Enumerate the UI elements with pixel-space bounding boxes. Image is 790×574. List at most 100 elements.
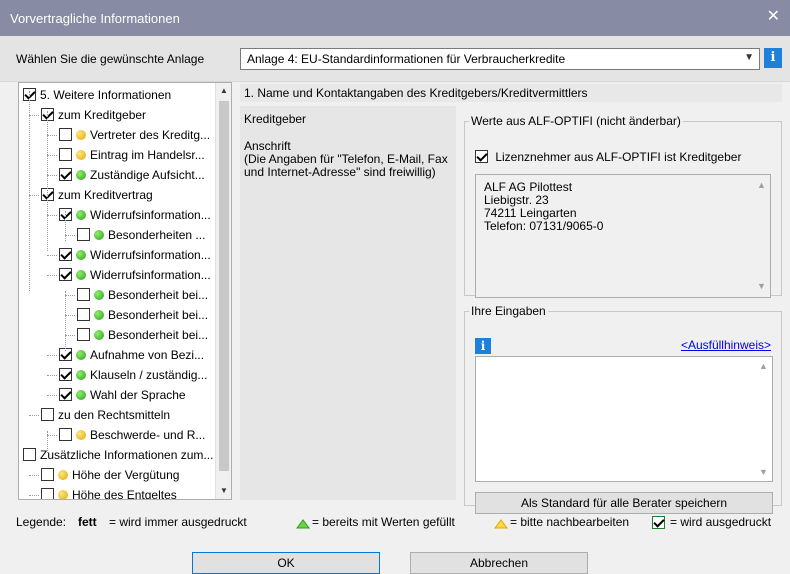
scroll-down-icon[interactable]: ▼	[757, 280, 766, 293]
scroll-thumb[interactable]	[219, 101, 229, 471]
kreditgeber-checkbox-label: Lizenznehmer aus ALF-OPTIFI ist Kreditge…	[495, 150, 742, 164]
tree-item[interactable]: 5. Weitere Informationen	[23, 85, 171, 105]
close-icon[interactable]: ✕	[767, 9, 780, 25]
tree-checkbox[interactable]	[59, 368, 72, 381]
tree-item[interactable]: Besonderheit bei...	[77, 305, 208, 325]
scroll-down-icon[interactable]: ▼	[216, 483, 231, 499]
tree-checkbox[interactable]	[59, 388, 72, 401]
green-status-icon	[94, 330, 104, 340]
tree-connector	[29, 495, 39, 496]
tree-connector	[29, 91, 30, 291]
tree-checkbox[interactable]	[41, 468, 54, 481]
tree-checkbox[interactable]	[77, 308, 90, 321]
anlage-label: Wählen Sie die gewünschte Anlage	[16, 52, 205, 66]
tree-item[interactable]: Klauseln / zuständig...	[59, 365, 207, 385]
tree-item[interactable]: zu den Rechtsmitteln	[41, 405, 170, 425]
section-heading: 1. Name und Kontaktangaben des Kreditgeb…	[240, 84, 782, 102]
tree-connector	[47, 111, 48, 251]
scroll-up-icon[interactable]: ▲	[216, 83, 231, 99]
tree-item-label: Zusätzliche Informationen zum...	[40, 448, 214, 462]
legend-row: Legende: fett = wird immer ausgedruckt =…	[16, 512, 786, 532]
ok-button[interactable]: OK	[192, 552, 380, 574]
tree-item-label: Widerrufsinformation...	[90, 208, 211, 222]
tree-item[interactable]: Besonderheit bei...	[77, 285, 208, 305]
scroll-up-icon[interactable]: ▲	[757, 179, 766, 192]
tree-item-label: Beschwerde- und R...	[90, 428, 206, 442]
tree-item[interactable]: Wahl der Sprache	[59, 385, 186, 405]
info-icon[interactable]: i	[475, 338, 491, 354]
ausfuellhinweis-link[interactable]: <Ausfüllhinweis>	[681, 338, 771, 352]
tree-connector	[47, 395, 57, 396]
tree-checkbox[interactable]	[23, 448, 36, 461]
tree-scrollbar[interactable]: ▲ ▼	[215, 83, 231, 499]
tree-item[interactable]: Widerrufsinformation...	[59, 205, 211, 225]
green-flag-icon	[296, 515, 310, 535]
kreditgeber-label: Kreditgeber	[244, 112, 307, 126]
tree-checkbox[interactable]	[59, 168, 72, 181]
green-status-icon	[76, 250, 86, 260]
eingaben-textarea[interactable]: ▲ ▼	[475, 356, 773, 482]
tree-item-label: Eintrag im Handelsr...	[90, 148, 205, 162]
tree-connector	[47, 375, 57, 376]
tree-item-label: Besonderheit bei...	[108, 328, 209, 342]
kreditgeber-checkbox-row[interactable]: Lizenznehmer aus ALF-OPTIFI ist Kreditge…	[475, 150, 741, 164]
tree-connector	[47, 275, 57, 276]
scroll-down-icon[interactable]: ▼	[759, 467, 768, 477]
tree-checkbox[interactable]	[41, 488, 54, 499]
tree-item[interactable]: Zusätzliche Informationen zum...	[23, 445, 213, 465]
werte-group: Werte aus ALF-OPTIFI (nicht änderbar) Li…	[464, 114, 782, 298]
yellow-status-icon	[76, 130, 86, 140]
tree-item[interactable]: Vertreter des Kreditg...	[59, 125, 210, 145]
tree-item[interactable]: Beschwerde- und R...	[59, 425, 205, 445]
tree-item[interactable]: Widerrufsinformation...	[59, 245, 211, 265]
tree-item-label: Besonderheit bei...	[108, 308, 209, 322]
tree-item-label: Widerrufsinformation...	[90, 268, 211, 282]
tree-item[interactable]: Aufnahme von Bezi...	[59, 345, 204, 365]
info-icon[interactable]: i	[764, 48, 782, 68]
eingaben-scrollbar[interactable]: ▲ ▼	[759, 361, 769, 477]
tree-checkbox[interactable]	[59, 148, 72, 161]
tree-checkbox[interactable]	[59, 128, 72, 141]
tree-checkbox[interactable]	[77, 228, 90, 241]
tree-connector	[47, 135, 57, 136]
tree-item[interactable]: Widerrufsinformation...	[59, 265, 211, 285]
werte-legend: Werte aus ALF-OPTIFI (nicht änderbar)	[471, 114, 681, 128]
tree-item-label: Vertreter des Kreditg...	[90, 128, 211, 142]
werte-scrollbar[interactable]: ▲ ▼	[757, 179, 767, 293]
tree-item-label: Widerrufsinformation...	[90, 248, 211, 262]
tree-item-label: zu den Rechtsmitteln	[58, 408, 171, 422]
tree-item[interactable]: Besonderheit bei...	[77, 325, 208, 345]
tree-checkbox[interactable]	[59, 428, 72, 441]
tree-item-label: zum Kreditvertrag	[58, 188, 153, 202]
tree-checkbox[interactable]	[77, 328, 90, 341]
section-tree[interactable]: 5. Weitere Informationen zum Kreditgeber V…	[18, 82, 232, 500]
green-status-icon	[76, 270, 86, 280]
tree-item[interactable]: Zuständige Aufsicht...	[59, 165, 205, 185]
tree-connector	[29, 475, 39, 476]
tree-item[interactable]: Besonderheiten ...	[77, 225, 205, 245]
tree-item-label: Zuständige Aufsicht...	[90, 168, 205, 182]
tree-item[interactable]: Höhe des Entgeltes	[41, 485, 177, 499]
tree-checkbox[interactable]	[41, 408, 54, 421]
green-status-icon	[76, 170, 86, 180]
legend-green-desc: = bereits mit Werten gefüllt	[312, 515, 455, 529]
tree-connector	[29, 115, 39, 116]
field-description-panel: Kreditgeber Anschrift (Die Angaben für "…	[240, 106, 456, 500]
cancel-button[interactable]: Abbrechen	[410, 552, 588, 574]
tree-item[interactable]: Höhe der Vergütung	[41, 465, 179, 485]
save-as-standard-button[interactable]: Als Standard für alle Berater speichern	[475, 492, 773, 514]
tree-connector	[47, 355, 57, 356]
tree-item[interactable]: Eintrag im Handelsr...	[59, 145, 205, 165]
green-status-icon	[76, 350, 86, 360]
scroll-up-icon[interactable]: ▲	[759, 361, 768, 371]
anlage-dropdown[interactable]: Anlage 4: EU-Standardinformationen für V…	[240, 48, 760, 70]
tree-item[interactable]: zum Kreditgeber	[41, 105, 146, 125]
tree-item[interactable]: zum Kreditvertrag	[41, 185, 153, 205]
kreditgeber-checkbox[interactable]	[475, 150, 488, 163]
legend-label: Legende:	[16, 515, 67, 529]
tree-checkbox[interactable]	[77, 288, 90, 301]
tree-connector	[65, 291, 66, 351]
chevron-down-icon[interactable]: ▼	[744, 52, 754, 63]
tree-checkbox[interactable]	[59, 248, 72, 261]
tree-checkbox[interactable]	[59, 268, 72, 281]
